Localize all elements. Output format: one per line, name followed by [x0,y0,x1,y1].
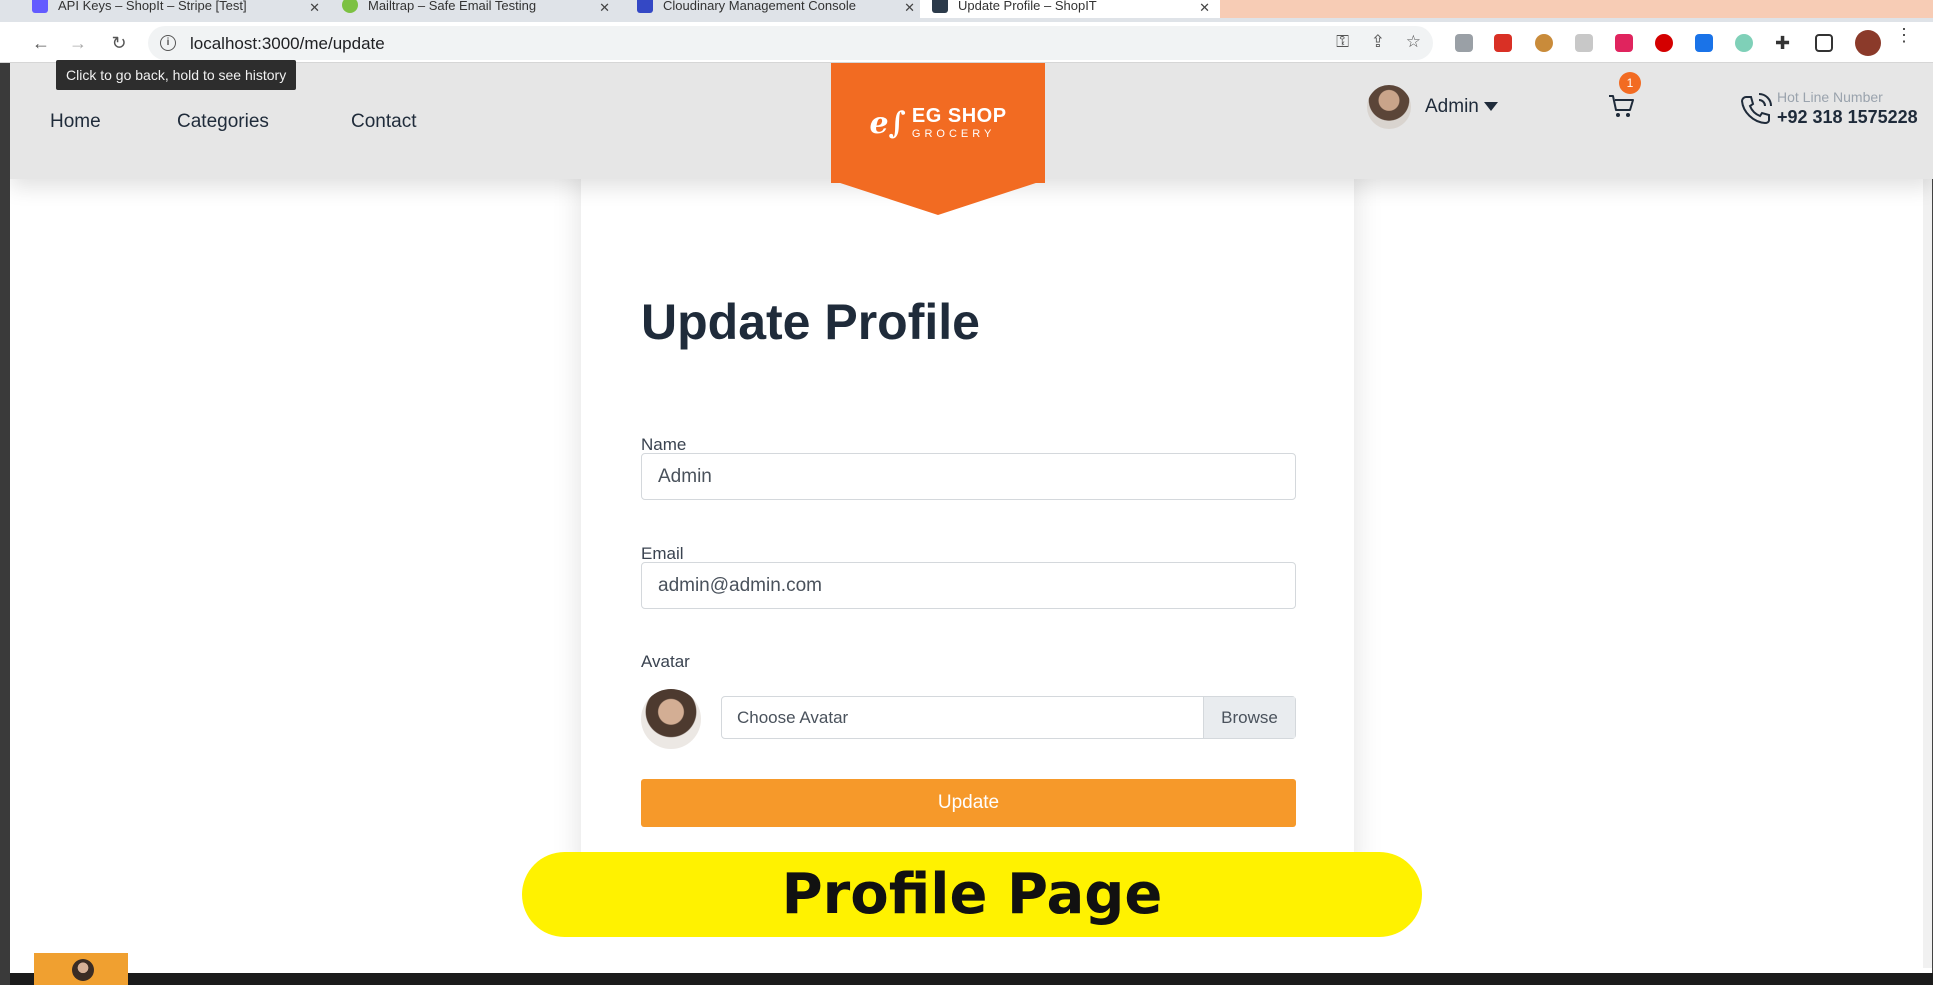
browser-menu-icon[interactable]: ⋮ [1895,26,1913,44]
name-field[interactable]: Admin [641,453,1296,500]
browser-tab-mailtrap[interactable]: Mailtrap – Safe Email Testing ✕ [330,0,620,18]
password-key-icon[interactable]: ⚿ [1336,32,1349,52]
update-profile-card: Update Profile Name Admin Email admin@ad… [581,148,1354,875]
lock-extension-icon[interactable] [1615,34,1633,52]
logo-banner-tip [831,180,1045,215]
footer-bar [10,973,1933,985]
site-logo[interactable]: e∫ EG SHOP GROCERY [831,63,1045,183]
share-icon[interactable]: ⇪ [1371,32,1385,52]
tab-title: Mailtrap – Safe Email Testing [368,0,537,13]
browser-tab-stripe[interactable]: API Keys – ShopIt – Stripe [Test] ✕ [20,0,330,18]
avatar-file-input[interactable]: Choose Avatar Browse [721,696,1296,739]
browser-tab-strip: API Keys – ShopIt – Stripe [Test] ✕ Mail… [0,0,1933,22]
close-tab-icon[interactable]: ✕ [309,0,320,16]
cookie-extension-icon[interactable] [1535,34,1553,52]
page-title: Update Profile [641,294,980,350]
webcam-thumbnail [34,953,128,985]
browser-tab-update-profile[interactable]: Update Profile – ShopIT ✕ [920,0,1220,18]
profile-avatar-icon[interactable] [1855,30,1881,56]
web-page: Home Categories Contact Admin 1 Hot Line… [10,63,1933,985]
tab-title: Cloudinary Management Console [663,0,856,13]
mailtrap-favicon-icon [342,0,358,13]
caret-down-icon [1483,102,1498,112]
download-extension-icon[interactable] [1695,34,1713,52]
reload-icon[interactable]: ↻ [107,31,131,55]
puzzle-extensions-icon[interactable]: ✚ [1775,34,1793,52]
nav-contact-link[interactable]: Contact [351,111,416,133]
back-arrow-icon[interactable]: ← [29,31,53,55]
site-info-icon[interactable]: i [160,35,176,51]
user-menu-dropdown[interactable]: Admin [1425,96,1498,118]
tab-title: API Keys – ShopIt – Stripe [Test] [58,0,247,13]
bookmark-star-icon[interactable]: ☆ [1406,32,1421,52]
email-label: Email [641,544,684,563]
logo-subtitle: GROCERY [911,128,996,140]
close-tab-icon[interactable]: ✕ [599,0,610,16]
tab-strip-background [1220,0,1933,18]
extension-icon[interactable] [1575,34,1593,52]
side-panel-icon[interactable] [1815,34,1833,52]
address-bar[interactable]: i localhost:3000/me/update ⚿ ⇪ ☆ [148,26,1433,60]
close-tab-icon[interactable]: ✕ [1199,0,1210,16]
browser-tab-cloudinary[interactable]: Cloudinary Management Console ✕ [625,0,925,18]
tab-title: Update Profile – ShopIT [958,0,1097,13]
update-button[interactable]: Update [641,779,1296,827]
nav-home-link[interactable]: Home [50,111,101,133]
hotline-number[interactable]: +92 318 1575228 [1777,107,1918,128]
presenter-face [72,959,94,981]
logo-title: EG SHOP [911,105,1007,127]
extension-icon[interactable] [1735,34,1753,52]
logo-mark: e∫ [869,105,906,141]
close-tab-icon[interactable]: ✕ [904,0,915,16]
browser-toolbar: ← → ↻ i localhost:3000/me/update ⚿ ⇪ ☆ ✚… [0,22,1933,63]
nav-categories-link[interactable]: Categories [177,111,269,133]
user-avatar[interactable] [1367,85,1411,129]
opera-extension-icon[interactable] [1655,34,1673,52]
shopit-favicon-icon [932,0,948,13]
avatar-label: Avatar [641,652,690,671]
browse-button[interactable]: Browse [1203,697,1295,738]
hotline-label: Hot Line Number [1777,89,1883,105]
address-url: localhost:3000/me/update [190,34,385,53]
email-field[interactable]: admin@admin.com [641,562,1296,609]
name-label: Name [641,435,687,454]
phone-icon [1740,93,1772,125]
user-name: Admin [1425,96,1479,117]
video-caption-banner: Profile Page [522,852,1422,937]
cloudinary-favicon-icon [637,0,653,13]
avatar-preview [641,689,701,749]
forward-arrow-icon[interactable]: → [66,31,90,55]
file-input-placeholder: Choose Avatar [737,708,849,727]
shopping-cart-icon[interactable] [1607,93,1635,119]
stripe-favicon-icon [32,0,48,13]
cart-count-badge: 1 [1619,72,1641,94]
extension-icon[interactable] [1455,34,1473,52]
back-button-tooltip: Click to go back, hold to see history [56,60,297,90]
extension-icon[interactable] [1494,34,1512,52]
